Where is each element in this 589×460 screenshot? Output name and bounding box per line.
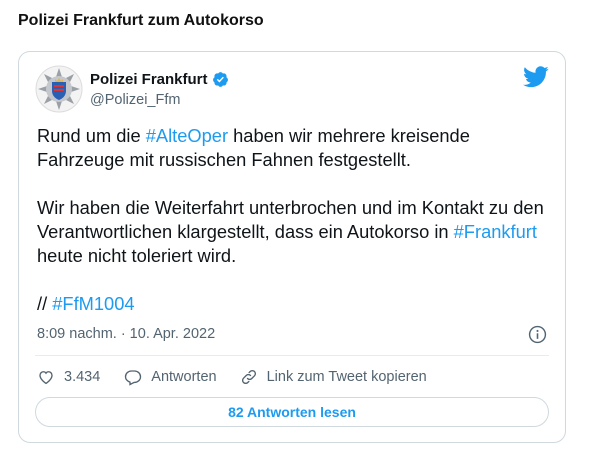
copy-link-button[interactable]: Link zum Tweet kopieren xyxy=(240,368,427,386)
divider xyxy=(35,355,549,356)
reply-bubble-icon xyxy=(125,370,142,386)
link-icon xyxy=(241,369,256,385)
hashtag-link-alteoper[interactable]: #AlteOper xyxy=(146,125,228,146)
tweet-text: Rund um die #AlteOper haben wir mehrere … xyxy=(37,124,557,340)
tweet-text-segment: Rund um die xyxy=(37,125,146,146)
page-heading: Polizei Frankfurt zum Autokorso xyxy=(18,12,264,29)
tweet-actions-bar: 3.434 Antworten Link zum Tweet kopieren xyxy=(37,366,451,388)
embedded-tweet-card[interactable]: Polizei Frankfurt @Polizei_Ffm Rund um d… xyxy=(18,51,566,443)
info-icon[interactable] xyxy=(528,325,547,344)
tweet-paragraph-3: // #FfM1004 xyxy=(37,292,557,316)
heart-icon xyxy=(39,371,53,385)
read-replies-button[interactable]: 82 Antworten lesen xyxy=(35,397,549,427)
police-badge-avatar[interactable] xyxy=(35,65,83,113)
tweet-text-segment: // xyxy=(37,293,53,314)
author-handle[interactable]: @Polizei_Ffm xyxy=(90,92,180,108)
tweet-paragraph-2: Wir haben die Weiterfahrt unterbrochen u… xyxy=(37,196,557,268)
like-count: 3.434 xyxy=(64,369,101,385)
reply-button[interactable]: Antworten xyxy=(124,368,217,386)
copy-link-label: Link zum Tweet kopieren xyxy=(266,369,427,385)
tweet-text-segment: heute nicht toleriert wird. xyxy=(37,245,237,266)
reply-label: Antworten xyxy=(151,369,217,385)
hashtag-link-ffm1004[interactable]: #FfM1004 xyxy=(52,293,134,314)
tweet-timestamp-link[interactable]: 8:09 nachm. · 10. Apr. 2022 xyxy=(37,326,215,342)
author-name-text[interactable]: Polizei Frankfurt xyxy=(90,71,208,88)
verified-badge-icon xyxy=(212,72,228,87)
like-button[interactable]: 3.434 xyxy=(37,368,100,386)
hashtag-link-frankfurt[interactable]: #Frankfurt xyxy=(454,221,537,242)
tweet-paragraph-1: Rund um die #AlteOper haben wir mehrere … xyxy=(37,124,557,172)
author-name[interactable]: Polizei Frankfurt xyxy=(90,71,229,88)
twitter-bird-icon[interactable] xyxy=(523,66,549,88)
